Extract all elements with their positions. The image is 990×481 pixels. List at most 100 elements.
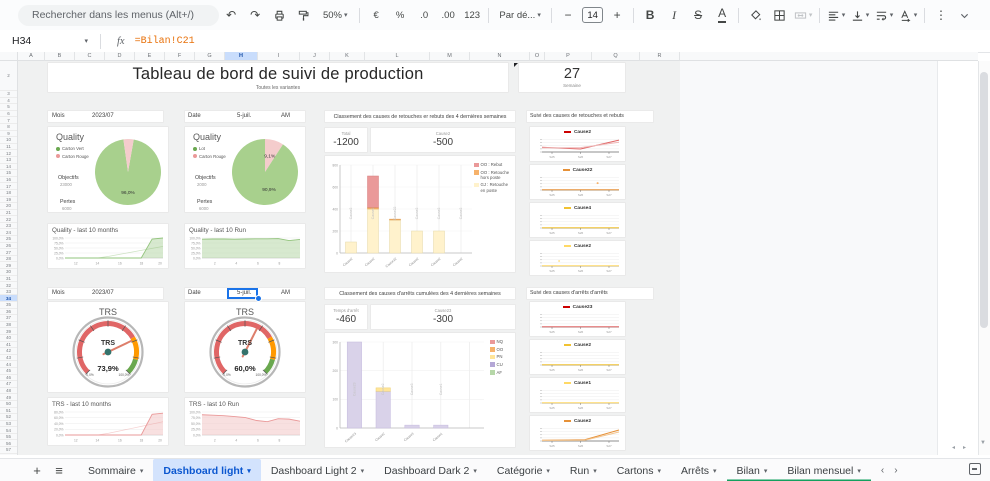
row-header-21[interactable]: 21 (0, 210, 17, 217)
cause-trend-card[interactable]: Cause2 S25 S26 S27 (530, 340, 625, 374)
menu-search-input[interactable] (18, 4, 220, 26)
borders-icon[interactable] (768, 4, 790, 26)
row-header-26[interactable]: 26 (0, 243, 17, 250)
row-header-33[interactable]: 33 (0, 289, 17, 296)
row-header-28[interactable]: 28 (0, 256, 17, 263)
row-header-13[interactable]: 13 (0, 157, 17, 164)
quality-pie-chart[interactable]: 9,1% 90,9% (231, 138, 299, 206)
row-header-10[interactable]: 10 (0, 137, 17, 144)
row-header-44[interactable]: 44 (0, 361, 17, 368)
arrets-pareto-chart[interactable]: 300 200 100 0 Cause23 Cause2 Cause3 Cause1 Cause… (328, 337, 486, 443)
select-all-corner[interactable] (0, 52, 18, 61)
column-header-F[interactable]: F (165, 52, 195, 61)
vertical-align-icon[interactable]: ▾ (849, 4, 871, 26)
more-formats-button[interactable]: 123 (461, 4, 483, 26)
date-band-top[interactable]: Date 5-juil. AM (185, 111, 305, 122)
mois-band-bottom[interactable]: Mois 2023/07 (48, 288, 163, 299)
sheet-tab-cartons[interactable]: Cartons ▾ (607, 459, 671, 481)
column-header-G[interactable]: G (195, 52, 225, 61)
row-header-42[interactable]: 42 (0, 348, 17, 355)
row-header-9[interactable]: 9 (0, 131, 17, 138)
column-header-M[interactable]: M (430, 52, 470, 61)
sheet-tab-dashboard-dark-2[interactable]: Dashboard Dark 2 ▾ (374, 459, 487, 481)
row-header-14[interactable]: 14 (0, 164, 17, 171)
scroll-right-icon[interactable]: ▸ (963, 444, 966, 451)
all-sheets-icon[interactable]: ≡ (48, 460, 70, 481)
row-header-50[interactable]: 50 (0, 401, 17, 408)
quality-months-area-chart[interactable]: 100,0% 75,0% 50,0% 25,0% 0,0% 12 14 16 18 20 (50, 235, 166, 266)
column-header-C[interactable]: C (75, 52, 105, 61)
row-header-20[interactable]: 20 (0, 203, 17, 210)
bold-button[interactable]: B (639, 4, 661, 26)
column-header-O[interactable]: O (530, 52, 545, 61)
stat-cause2[interactable]: Cause2 -500 (371, 128, 515, 152)
cause-trend-chart[interactable]: S25 S26 S27 (533, 350, 622, 372)
row-header-57[interactable]: 57 (0, 447, 17, 454)
column-header-N[interactable]: N (470, 52, 530, 61)
row-header-2[interactable]: 2 (0, 61, 17, 91)
cause-trend-chart[interactable]: S25 S26 S27 (533, 137, 622, 159)
row-header-37[interactable]: 37 (0, 315, 17, 322)
row-header-8[interactable]: 8 (0, 124, 17, 131)
side-panel-icon[interactable] (969, 463, 981, 475)
text-color-button[interactable]: A (711, 4, 733, 26)
increase-decimals-button[interactable]: .00 (437, 4, 459, 26)
increase-font-size-button[interactable]: + (606, 4, 628, 26)
fill-handle[interactable] (255, 295, 262, 302)
cause-trend-card[interactable]: Cause2 S25 S26 S27 (530, 416, 625, 450)
row-header-53[interactable]: 53 (0, 421, 17, 428)
cause-trend-chart[interactable]: S25 S26 S27 (533, 175, 622, 197)
sheet-tab-arr-ts[interactable]: Arrêts ▾ (671, 459, 727, 481)
vertical-scrollbar-thumb[interactable] (980, 72, 988, 328)
row-header-51[interactable]: 51 (0, 408, 17, 415)
column-header-I[interactable]: I (258, 52, 300, 61)
zoom-dropdown[interactable]: 50% ▾ (316, 4, 354, 26)
row-header-17[interactable]: 17 (0, 183, 17, 190)
stat-total[interactable]: Total -1200 (325, 128, 367, 152)
pareto-header-top[interactable]: Classement des causes de retouches er re… (325, 111, 515, 122)
row-header-49[interactable]: 49 (0, 394, 17, 401)
font-dropdown[interactable]: Par dé... ▾ (494, 4, 546, 26)
row-header-25[interactable]: 25 (0, 236, 17, 243)
quality-pie-card-day[interactable]: Quality Lot Carton Rouge Objectifs 2000 P… (185, 127, 305, 212)
trs-gauge-card-day[interactable]: TRS TRS 60,0% 0,0% 100,0% (185, 302, 305, 392)
sheet-tab-run[interactable]: Run ▾ (560, 459, 607, 481)
scroll-left-icon[interactable]: ◂ (952, 444, 955, 451)
cause-trend-card[interactable]: Cause2 S25 S26 S27 (530, 127, 625, 161)
trs-gauge-chart[interactable]: TRS 73,9% 0,0% 100,0% (72, 316, 144, 388)
row-header-15[interactable]: 15 (0, 170, 17, 177)
decrease-decimals-button[interactable]: .0 (413, 4, 435, 26)
row-header-32[interactable]: 32 (0, 282, 17, 289)
row-header-48[interactable]: 48 (0, 388, 17, 395)
cause-trend-chart[interactable]: S25 S26 S27 (533, 312, 622, 334)
row-header-18[interactable]: 18 (0, 190, 17, 197)
retouches-pareto-card[interactable]: 800 600 400 200 0 Cause2 Cause2 Cause22 Cause2 Ca… (325, 156, 515, 272)
redo-icon[interactable]: ↷ (244, 4, 266, 26)
row-header-52[interactable]: 52 (0, 414, 17, 421)
percent-format-button[interactable]: % (389, 4, 411, 26)
row-header-55[interactable]: 55 (0, 434, 17, 441)
trs-months-area-chart[interactable]: 80,0% 60,0% 40,0% 20,0% 0,0% 12 14 16 18 20 (50, 409, 166, 443)
column-header-B[interactable]: B (45, 52, 75, 61)
decrease-font-size-button[interactable]: − (557, 4, 579, 26)
quality-pie-chart[interactable]: 96,0% (94, 138, 162, 206)
cause-trend-card[interactable]: Cause23 S25 S26 S27 (530, 302, 625, 336)
row-header-29[interactable]: 29 (0, 262, 17, 270)
row-header-23[interactable]: 23 (0, 223, 17, 230)
sheet-empty-area[interactable] (680, 61, 937, 455)
column-header-P[interactable]: P (545, 52, 592, 61)
trs-run-spark-card[interactable]: TRS - last 10 Run 100,0% 75,0% 50,0% 25,0% 0… (185, 398, 305, 445)
cause-trend-chart[interactable]: S25 S26 S27 (533, 213, 622, 235)
stat-temps-arret[interactable]: Temps d'arrêt -460 (325, 305, 367, 329)
quality-pie-card-month[interactable]: Quality Carton Vert Carton Rouge Objectif… (48, 127, 168, 212)
paint-format-icon[interactable] (292, 4, 314, 26)
row-header-4[interactable]: 4 (0, 98, 17, 105)
arrets-pareto-card[interactable]: 300 200 100 0 Cause23 Cause2 Cause3 Cause1 Cause… (325, 333, 515, 447)
column-header-Q[interactable]: Q (592, 52, 640, 61)
quality-run-spark-card[interactable]: Quality - last 10 Run 100,0% 75,0% 50,0% 25… (185, 224, 305, 268)
row-header-3[interactable]: 3 (0, 91, 17, 98)
trs-gauge-card-month[interactable]: TRS TRS 73,9% 0,0% 100,0% (48, 302, 168, 392)
row-header-6[interactable]: 6 (0, 111, 17, 118)
cause-trend-card[interactable]: Cause1 S25 S26 S27 (530, 378, 625, 412)
text-wrap-icon[interactable]: ▾ (873, 4, 895, 26)
